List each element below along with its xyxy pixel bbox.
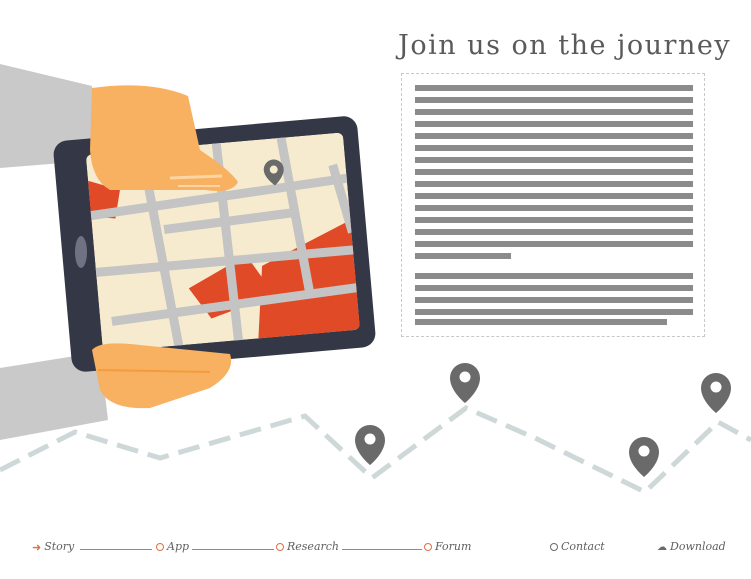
text-line [415, 85, 693, 91]
text-line [415, 297, 693, 303]
text-line [415, 157, 693, 163]
text-line [415, 309, 693, 315]
nav-download[interactable]: ☁ Download [657, 540, 726, 553]
journey-pin [701, 373, 731, 413]
text-line [415, 205, 693, 211]
text-line [415, 181, 693, 187]
circle-icon [276, 543, 284, 551]
arrow-icon: ➜ [32, 540, 42, 554]
text-line [415, 285, 693, 291]
tablet-home-button [75, 236, 87, 268]
bottom-nav: ➜ Story App Research Forum Contact ☁ Downl… [0, 536, 751, 564]
nav-research[interactable]: Research [276, 540, 339, 553]
nav-forum[interactable]: Forum [424, 540, 471, 553]
text-line [415, 121, 693, 127]
nav-progress-line [80, 549, 152, 550]
text-line [415, 97, 693, 103]
circle-icon [424, 543, 432, 551]
text-line [415, 145, 693, 151]
nav-progress-line [192, 549, 274, 550]
text-line [415, 133, 693, 139]
text-content-box [401, 73, 705, 337]
nav-contact[interactable]: Contact [550, 540, 605, 553]
circle-icon [156, 543, 164, 551]
journey-pin [449, 362, 480, 403]
text-line [415, 217, 693, 223]
text-line [415, 319, 667, 325]
text-line [415, 109, 693, 115]
page-title: Join us on the journey [398, 30, 732, 61]
text-line [415, 273, 693, 279]
nav-story[interactable]: ➜ Story [32, 540, 74, 554]
circle-icon [550, 543, 558, 551]
text-line [415, 169, 693, 175]
nav-progress-line [342, 549, 422, 550]
nav-app[interactable]: App [156, 540, 189, 553]
text-line [415, 253, 511, 259]
text-line [415, 229, 693, 235]
journey-pin [629, 437, 659, 477]
holding-hand [92, 343, 232, 409]
text-line [415, 241, 693, 247]
journey-pin [355, 425, 385, 465]
text-line [415, 193, 693, 199]
cloud-download-icon: ☁ [657, 541, 667, 553]
